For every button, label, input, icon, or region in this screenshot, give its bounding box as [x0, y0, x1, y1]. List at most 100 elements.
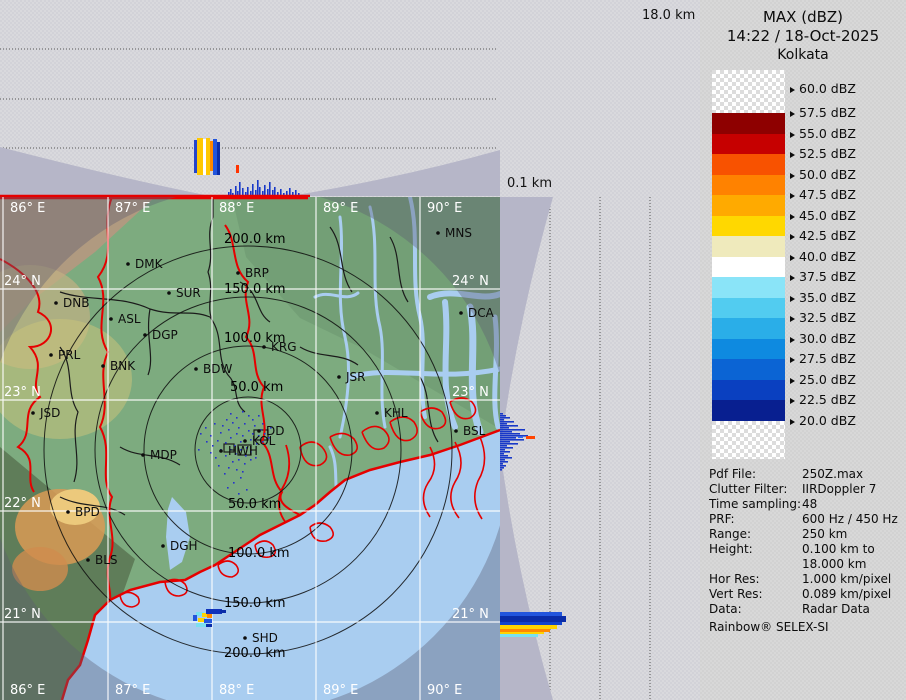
range-ring-label: 100.0 km: [228, 546, 290, 561]
legend-label: 25.0 dBZ: [790, 372, 856, 387]
city-label: MNS: [445, 226, 472, 240]
legend-arrow-icon: [790, 132, 795, 138]
legend-label: 35.0 dBZ: [790, 290, 856, 305]
latitude-label: 21° N: [452, 607, 489, 622]
metadata-label: Clutter Filter:: [709, 482, 787, 496]
city-label: MDP: [150, 448, 177, 462]
legend-color-band: [712, 154, 785, 175]
legend-color-band: [712, 380, 785, 401]
longitude-label: 88° E: [219, 683, 254, 698]
range-ring-label: 150.0 km: [224, 596, 286, 611]
metadata-value: IIRDoppler 7: [802, 482, 876, 496]
legend-color-band: [712, 134, 785, 155]
city-dot: [236, 271, 240, 275]
metadata-row: Range:250 km: [709, 527, 904, 541]
city-dot: [454, 429, 458, 433]
dbz-color-scale: [712, 70, 785, 459]
city-label: KHL: [384, 406, 408, 420]
city-dot: [31, 411, 35, 415]
legend-arrow-icon: [790, 296, 795, 302]
legend-checker-band: [712, 421, 785, 459]
city-label: BLS: [95, 553, 118, 567]
radar-product-window: 18.0 km 0.1 km: [0, 0, 906, 700]
metadata-label: Hor Res:: [709, 572, 760, 586]
range-ring-label: 200.0 km: [224, 232, 286, 247]
longitude-label: 89° E: [323, 683, 358, 698]
city-dot: [141, 453, 145, 457]
legend-color-band: [712, 318, 785, 339]
legend-color-band: [712, 195, 785, 216]
metadata-label: Pdf File:: [709, 467, 756, 481]
city-label: DCA: [468, 306, 495, 320]
latitude-label: 21° N: [4, 607, 41, 622]
legend-arrow-icon: [790, 87, 795, 93]
legend-arrow-icon: [790, 255, 795, 261]
city-label: BNK: [110, 359, 136, 373]
city-dot: [337, 375, 341, 379]
city-dot: [257, 429, 261, 433]
legend-info-panel: MAX (dBZ) 14:22 / 18-Oct-2025 Kolkata Ra…: [700, 0, 906, 700]
legend-color-band: [712, 257, 785, 278]
product-title: MAX (dBZ): [700, 8, 906, 27]
city-dot: [49, 353, 53, 357]
metadata-row: Data: Radar Data: [709, 602, 904, 616]
city-label: DGH: [170, 539, 198, 553]
legend-label: 27.5 dBZ: [790, 351, 856, 366]
city-dot: [66, 510, 70, 514]
beam-blind-wedge-right: [290, 150, 500, 196]
metadata-row: Clutter Filter: IIRDoppler 7: [709, 482, 904, 496]
beam-blind-wedge-bottom: [500, 450, 553, 700]
city-label: DGP: [152, 328, 178, 342]
longitude-label: 86° E: [10, 683, 45, 698]
city-label: JSR: [345, 370, 366, 384]
longitude-label: 87° E: [115, 201, 150, 216]
city-label: JSD: [39, 406, 60, 420]
metadata-row: PRF:600 Hz / 450 Hz: [709, 512, 904, 526]
legend-label: 45.0 dBZ: [790, 208, 856, 223]
metadata-row: Vert Res:0.089 km/pixel: [709, 587, 904, 601]
city-label: KRG: [271, 340, 297, 354]
legend-color-band: [712, 113, 785, 134]
legend-color-band: [712, 298, 785, 319]
city-dot: [436, 231, 440, 235]
metadata-label: PRF:: [709, 512, 735, 526]
radar-map-panel[interactable]: 86° E86° E87° E87° E88° E88° E89° E89° E…: [0, 197, 500, 700]
city-label: SHD: [252, 631, 278, 645]
legend-color-band: [712, 236, 785, 257]
legend-checker-band: [712, 70, 785, 113]
top-profile-echoes: [194, 138, 300, 196]
software-credit: Rainbow® SELEX-SI: [709, 620, 829, 634]
city-label: SUR: [176, 286, 201, 300]
legend-arrow-icon: [790, 214, 795, 220]
product-datetime: 14:22 / 18-Oct-2025: [700, 27, 906, 46]
metadata-row: Pdf File: 250Z.max: [709, 467, 904, 481]
city-label: BPD: [75, 505, 100, 519]
metadata-label: Vert Res:: [709, 587, 763, 601]
city-label: HWH: [228, 444, 258, 458]
legend-arrow-icon: [790, 275, 795, 281]
longitude-label: 90° E: [427, 683, 462, 698]
city-label: BDW: [203, 362, 232, 376]
metadata-value: 250Z.max: [802, 467, 863, 481]
legend-arrow-icon: [790, 419, 795, 425]
legend-arrow-icon: [790, 152, 795, 158]
legend-arrow-icon: [790, 193, 795, 199]
metadata-label: Data:: [709, 602, 742, 616]
legend-label: 50.0 dBZ: [790, 167, 856, 182]
metadata-label: Range:: [709, 527, 751, 541]
city-dot: [54, 301, 58, 305]
side-height-profile-panel: 18.0 km 0.1 km: [500, 0, 700, 700]
city-dot: [109, 317, 113, 321]
range-ring-label: 200.0 km: [224, 646, 286, 661]
legend-label: 52.5 dBZ: [790, 146, 856, 161]
top-height-profile-panel: [0, 0, 500, 197]
metadata-label: Height:: [709, 542, 753, 556]
legend-color-band: [712, 400, 785, 421]
city-label: DNB: [63, 296, 89, 310]
city-dot: [167, 291, 171, 295]
legend-label: 30.0 dBZ: [790, 331, 856, 346]
legend-arrow-icon: [790, 357, 795, 363]
metadata-value: Radar Data: [802, 602, 870, 616]
latitude-label: 22° N: [4, 496, 41, 511]
legend-label: 22.5 dBZ: [790, 392, 856, 407]
